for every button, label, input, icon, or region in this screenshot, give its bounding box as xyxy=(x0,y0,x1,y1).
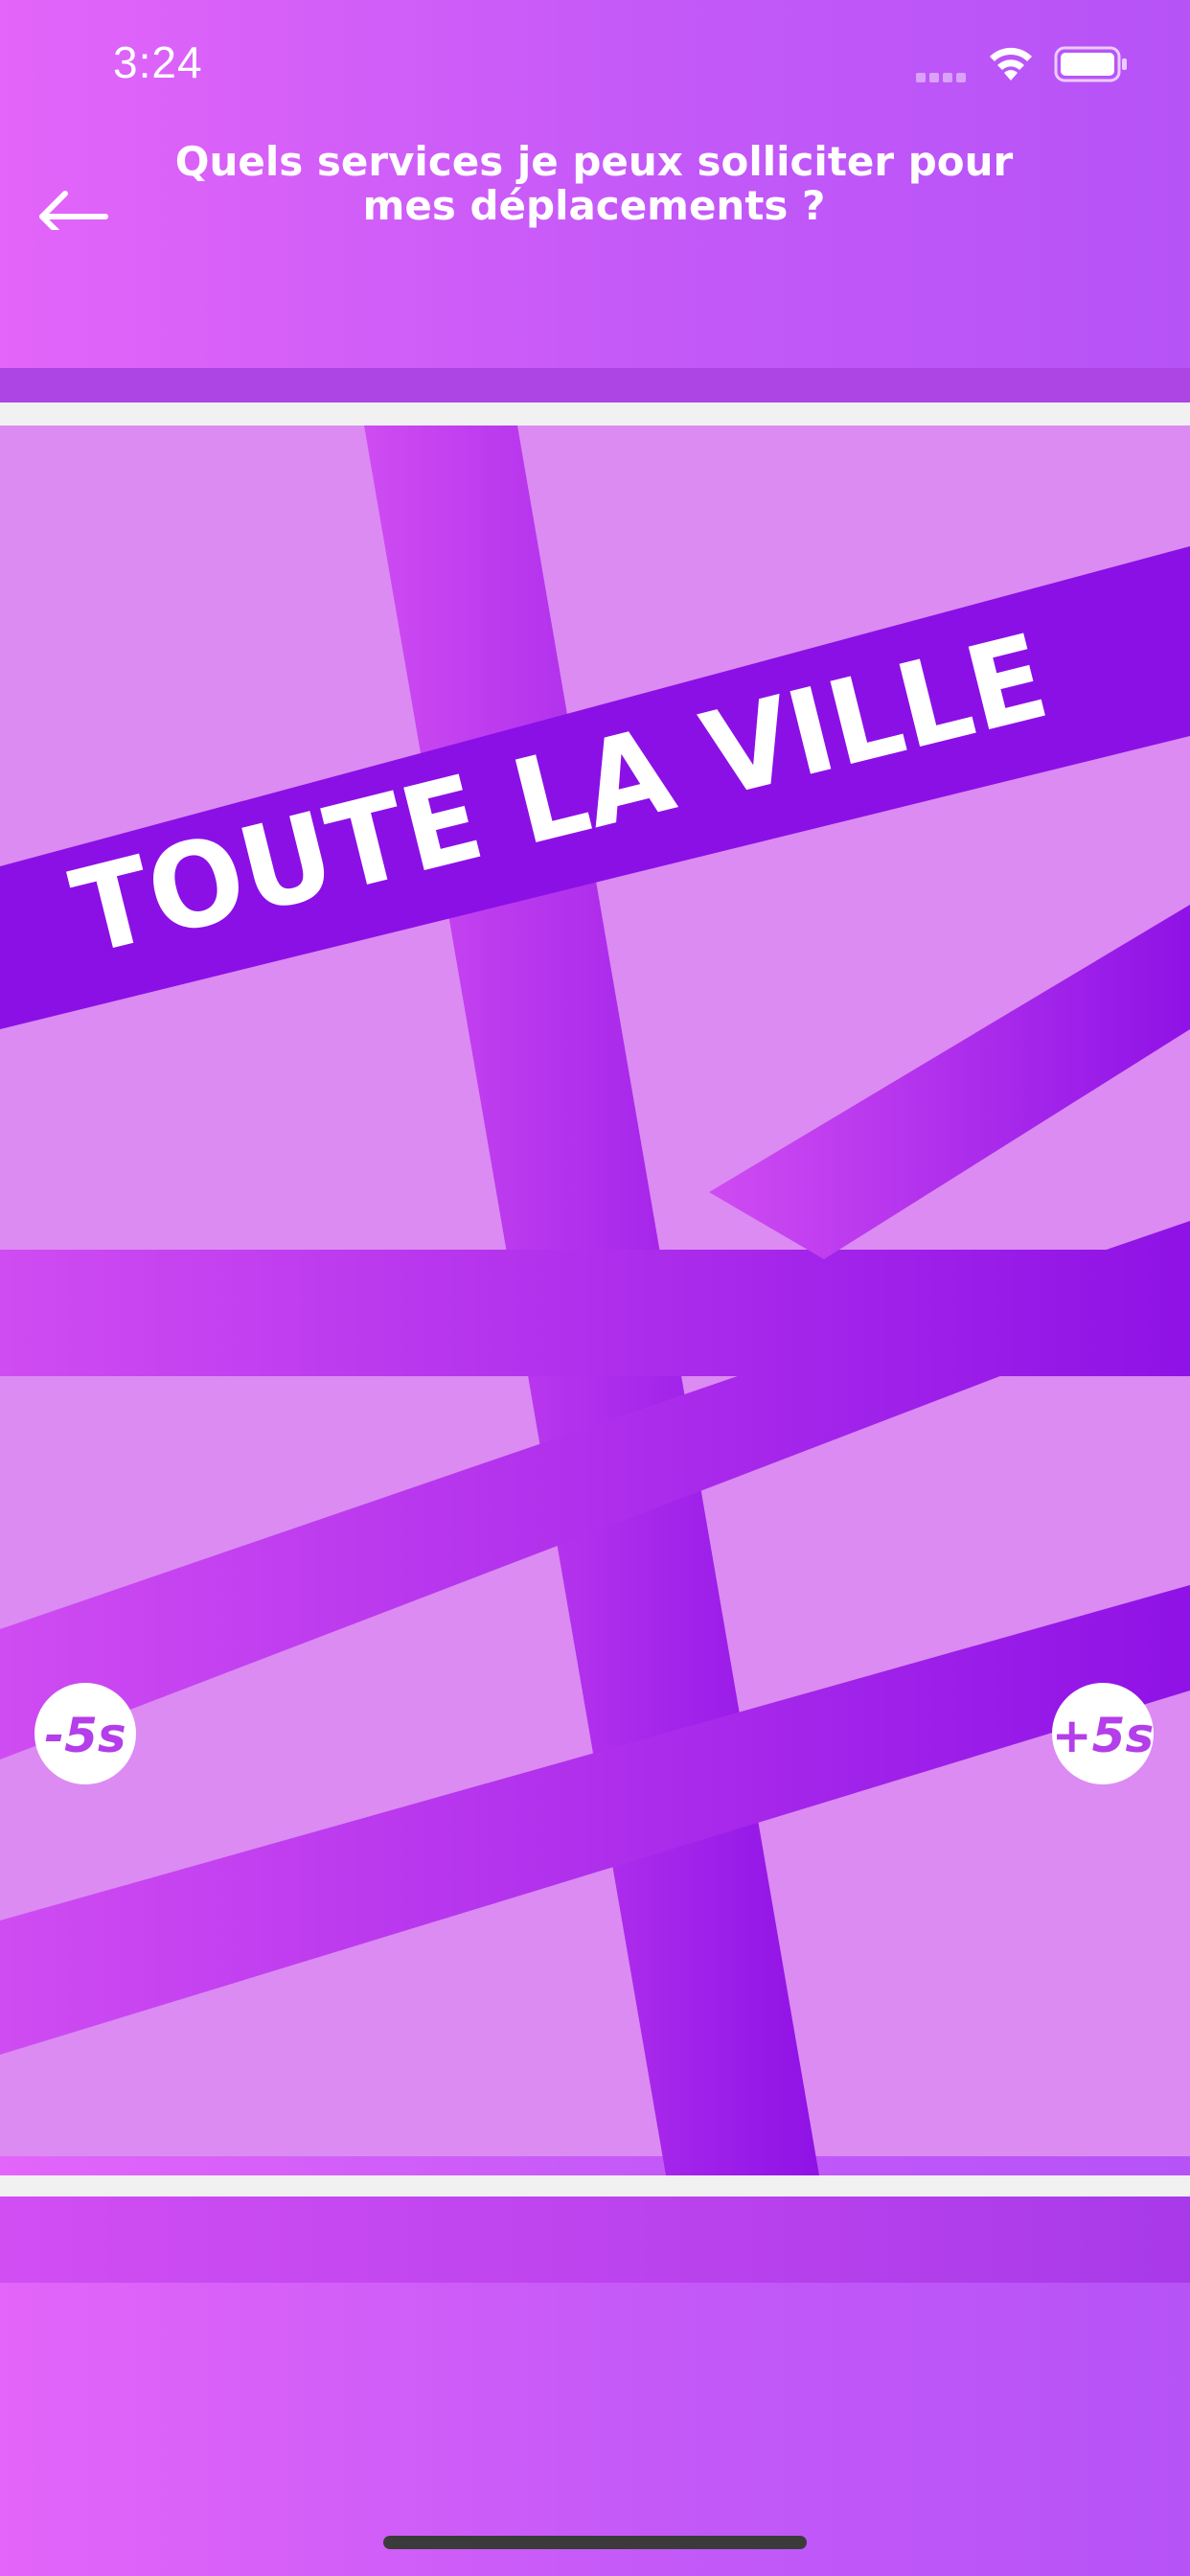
seek-forward-button[interactable]: +5s xyxy=(1052,1683,1154,1784)
video-player[interactable]: TOUTE LA VILLE -5s +5s xyxy=(0,368,1190,2283)
battery-icon xyxy=(1054,46,1127,82)
cellular-signal-icon xyxy=(916,73,966,82)
page-title: Quels services je peux solliciter pour m… xyxy=(174,138,1014,229)
back-button[interactable] xyxy=(34,153,111,242)
svg-text:+5s: +5s xyxy=(1052,1708,1154,1763)
arrow-left-icon xyxy=(39,191,108,242)
header: Quels services je peux solliciter pour m… xyxy=(0,126,1190,368)
replay-5-icon: -5s xyxy=(44,1708,126,1763)
forward-5-icon: +5s xyxy=(1052,1708,1154,1763)
wifi-icon xyxy=(990,47,1032,80)
status-bar: 3:24 xyxy=(0,0,1190,126)
video-frame-image: TOUTE LA VILLE xyxy=(0,368,1190,2283)
seek-back-button[interactable]: -5s xyxy=(34,1683,136,1784)
home-indicator xyxy=(383,2536,807,2549)
status-time: 3:24 xyxy=(113,37,203,87)
svg-text:-5s: -5s xyxy=(44,1708,126,1763)
